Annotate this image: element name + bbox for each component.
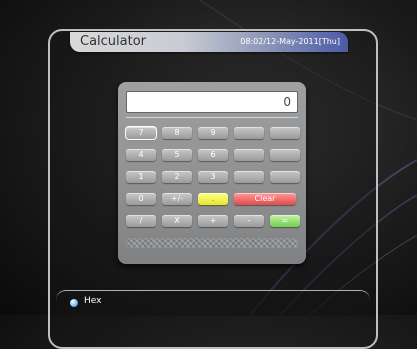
key-3[interactable]: 3 [198, 171, 228, 183]
mode-label: Hex [84, 296, 102, 306]
title-bar: Calculator 08:02/12-May-2011[Thu] [70, 32, 348, 52]
key-0[interactable]: 0 [126, 193, 156, 205]
key-blank-4[interactable] [270, 149, 300, 161]
key-blank-2[interactable] [270, 127, 300, 139]
key-minus[interactable]: - [234, 215, 264, 227]
key-blank-6[interactable] [270, 171, 300, 183]
bullet-icon [70, 299, 78, 307]
key-decimal-point[interactable]: . [198, 193, 228, 205]
display-divider [126, 117, 298, 118]
key-6[interactable]: 6 [198, 149, 228, 161]
key-equals[interactable]: = [270, 215, 300, 227]
key-2[interactable]: 2 [162, 171, 192, 183]
calculator-panel: 0 7 8 9 4 5 6 1 2 3 0 +/- . Clear / X + … [118, 82, 306, 264]
key-8[interactable]: 8 [162, 127, 192, 139]
key-blank-1[interactable] [234, 127, 264, 139]
key-plus[interactable]: + [198, 215, 228, 227]
key-divide[interactable]: / [126, 215, 156, 227]
key-plus-minus[interactable]: +/- [162, 193, 192, 205]
display-value: 0 [283, 95, 291, 109]
datetime-label: 08:02/12-May-2011[Thu] [240, 37, 340, 46]
app-title: Calculator [80, 34, 147, 49]
calculator-display: 0 [126, 91, 298, 113]
key-9[interactable]: 9 [198, 127, 228, 139]
key-1[interactable]: 1 [126, 171, 156, 183]
key-multiply[interactable]: X [162, 215, 192, 227]
key-4[interactable]: 4 [126, 149, 156, 161]
key-blank-3[interactable] [234, 149, 264, 161]
speaker-grille [126, 238, 298, 248]
clear-button[interactable]: Clear [234, 193, 296, 205]
status-bar: Hex [56, 290, 370, 316]
key-7[interactable]: 7 [125, 126, 157, 140]
key-blank-5[interactable] [234, 171, 264, 183]
key-5[interactable]: 5 [162, 149, 192, 161]
